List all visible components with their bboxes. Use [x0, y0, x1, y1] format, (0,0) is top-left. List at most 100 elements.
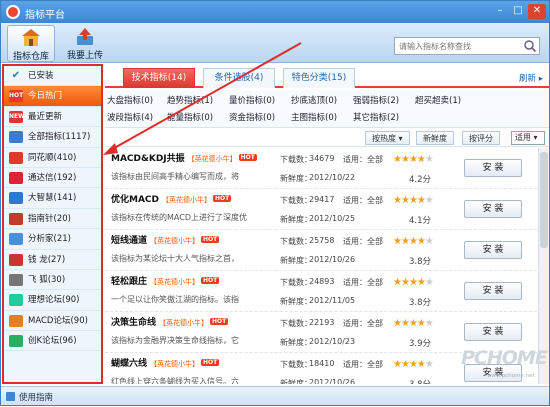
toolbar: 指标仓库 我要上传 [1, 23, 549, 63]
sidebar-item-label: 指南针(20) [28, 213, 71, 224]
install-button[interactable]: 安 装 [464, 282, 522, 300]
freshness-label: 新鲜度： [280, 256, 312, 265]
refresh-button[interactable]: 刷新 ▸ [519, 72, 543, 84]
install-button[interactable]: 安 装 [464, 200, 522, 218]
indicator-description: 红色线上穿六条蝴线为买入信号。六 [111, 377, 239, 384]
feihu-icon [9, 273, 23, 286]
status-bar: 使用指南 [1, 386, 549, 405]
install-button[interactable]: 安 装 [464, 159, 522, 177]
sidebar-item-8[interactable]: 分析家(21) [4, 229, 101, 250]
indicator-row: 轻松跟庄 【英花德小牛】 HOT 一个足以让你笑傲江湖的指标。该指 下载数： 24893 适… [105, 271, 537, 312]
usage-guide-link[interactable]: 使用指南 [19, 391, 53, 403]
subcategory-item[interactable]: 能量指标(0) [167, 109, 213, 127]
indicator-name[interactable]: 决策生命线 【英花德小牛】 HOT [111, 315, 229, 328]
compass-icon [9, 212, 23, 225]
star-icon: ★ [424, 318, 434, 329]
applies-label: 适用： [343, 360, 367, 369]
subcategory-item[interactable]: 抄底逃顶(0) [291, 92, 337, 110]
sort-hot-button[interactable]: 按热度 ▾ [365, 131, 410, 145]
star-icon: ★ [424, 359, 434, 370]
indicator-warehouse-button[interactable]: 指标仓库 [7, 25, 55, 62]
sidebar-item-1[interactable]: HOT 今日热门 [4, 86, 101, 107]
sort-new-button[interactable]: 新鲜度 [416, 131, 454, 145]
lixiang-icon [9, 294, 23, 307]
subcategory-item[interactable]: 强弱指标(2) [353, 92, 399, 110]
sort-score-button[interactable]: 按评分 [462, 131, 500, 145]
sidebar-item-label: MACD论坛(90) [28, 315, 88, 326]
scrollbar-thumb[interactable] [540, 152, 548, 248]
tonghuashun-icon [9, 151, 23, 164]
sidebar-item-0[interactable]: ✔ 已安装 [4, 66, 101, 87]
sidebar-item-11[interactable]: 理想论坛(90) [4, 290, 101, 311]
downloads-value: 25758 [309, 236, 335, 245]
sidebar-item-3[interactable]: 全部指标(1117) [4, 127, 101, 148]
downloads-value: 29417 [309, 195, 335, 204]
tab-stock-selection[interactable]: 条件选股(4) [203, 68, 275, 88]
subcategory-item[interactable]: 趋势指标(1) [167, 92, 213, 110]
minimize-button[interactable]: – [491, 4, 509, 19]
freshness-label: 新鲜度： [280, 297, 312, 306]
maximize-button[interactable]: □ [509, 4, 527, 19]
install-button[interactable]: 安 装 [464, 323, 522, 341]
freshness-value: 2012/10/22 [309, 173, 356, 182]
freshness-label: 新鲜度： [280, 215, 312, 224]
analyst-icon [9, 233, 23, 246]
tab-featured-categories[interactable]: 特色分类(15) [283, 68, 355, 88]
sidebar-item-9[interactable]: 钱 龙(27) [4, 250, 101, 270]
sidebar-item-5[interactable]: 通达信(192) [4, 168, 101, 189]
indicator-author: 【英花德小牛】 [159, 319, 209, 327]
sidebar-item-7[interactable]: 指南针(20) [4, 209, 101, 230]
star-icon: ★ [424, 154, 434, 165]
sidebar-item-6[interactable]: 大智慧(141) [4, 188, 101, 209]
rating-score: 4.1分 [409, 216, 432, 226]
subcategory-grid: 大盘指标(0) 趋势指标(1) 量价指标(0) 抄底逃顶(0) 强弱指标(2) 超买超卖(… [105, 90, 549, 128]
star-icon: ★ [400, 236, 410, 247]
tab-technical-indicators[interactable]: 技术指标(14) [123, 68, 195, 88]
indicator-name[interactable]: 轻松跟庄 【英花德小牛】 HOT [111, 274, 220, 287]
title-bar[interactable]: 指标平台 – □ ✕ [1, 1, 549, 23]
category-sidebar: ✔ 已安装 HOT 今日热门 NEW 最近更新 全部指标(1117) 同花顺(410) 通达信(… [2, 64, 103, 384]
app-logo-icon [6, 5, 20, 19]
subcategory-item[interactable]: 大盘指标(0) [107, 92, 153, 110]
indicator-name[interactable]: 蝴蝶六线 【英花德小牛】 HOT [111, 356, 220, 369]
subcategory-item[interactable]: 量价指标(0) [229, 92, 275, 110]
search-input[interactable] [395, 38, 517, 54]
apply-filter-value: 适用 [515, 133, 531, 142]
downloads-label: 下载数： [280, 319, 312, 328]
indicator-row: 优化MACD 【英花德小牛】 HOT 该指标在传统的MACD上进行了深度优 下载数： 29… [105, 189, 537, 230]
freshness-label: 新鲜度： [280, 379, 312, 384]
hot-badge: HOT [210, 318, 229, 325]
hot-badge: HOT [201, 277, 220, 284]
indicator-row: 短线通道 【英花德小牛】 HOT 该指标为某论坛十大人气指标之首， 下载数： 25758 适… [105, 230, 537, 271]
star-icon: ★ [408, 154, 418, 165]
indicator-author: 【英花德小牛】 [150, 278, 200, 286]
sidebar-item-label: 同花顺(410) [28, 152, 77, 163]
sidebar-item-10[interactable]: 飞 狐(30) [4, 270, 101, 291]
sidebar-item-label: 已安装 [28, 71, 54, 81]
subcategory-item[interactable]: 其它指标(2) [353, 109, 399, 127]
qianlong-icon [9, 253, 23, 266]
indicator-name[interactable]: 优化MACD 【英花德小牛】 HOT [111, 192, 232, 205]
subcategory-item[interactable]: 主图指标(0) [291, 109, 337, 127]
apply-filter-select[interactable]: 适用 ▾ [511, 131, 545, 145]
upload-button[interactable]: 我要上传 [61, 25, 109, 62]
subcategory-item[interactable]: 超买超卖(1) [415, 92, 461, 110]
rating-stars: ★★★★★ [393, 277, 434, 288]
subcategory-item[interactable]: 波段指标(4) [107, 109, 153, 127]
star-icon: ★ [408, 277, 418, 288]
indicator-name[interactable]: 短线通道 【英花德小牛】 HOT [111, 233, 220, 246]
grid-icon [9, 131, 23, 144]
install-button[interactable]: 安 装 [464, 241, 522, 259]
subcategory-item[interactable]: 资金指标(0) [229, 109, 275, 127]
macd-icon [9, 314, 23, 327]
sidebar-item-12[interactable]: MACD论坛(90) [4, 311, 101, 332]
sidebar-item-13[interactable]: 创K论坛(96) [4, 331, 101, 352]
close-button[interactable]: ✕ [528, 4, 546, 19]
search-icon[interactable] [523, 39, 537, 53]
indicator-name[interactable]: MACD&KDJ共振 【英花德小牛】 HOT [111, 151, 257, 164]
sidebar-item-4[interactable]: 同花顺(410) [4, 148, 101, 168]
downloads-value: 34679 [309, 154, 335, 163]
star-icon: ★ [400, 195, 410, 206]
sidebar-item-2[interactable]: NEW 最近更新 [4, 107, 101, 128]
indicator-author: 【英花德小牛】 [162, 196, 211, 204]
